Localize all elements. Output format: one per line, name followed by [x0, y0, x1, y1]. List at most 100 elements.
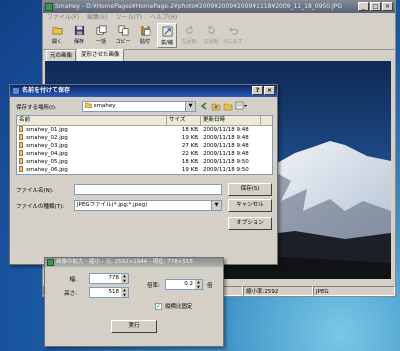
- folder-icon: [84, 102, 93, 109]
- execute-button[interactable]: 実行: [111, 320, 157, 333]
- menu-tools[interactable]: ツール(T): [116, 13, 142, 23]
- height-spinner[interactable]: 518 ▲ ▼: [89, 287, 129, 298]
- copy-button[interactable]: コピー: [113, 23, 133, 48]
- menu-file[interactable]: ファイル(F): [47, 13, 79, 23]
- file-size: 27 KB: [181, 143, 198, 149]
- width-spinner[interactable]: 778 ▲ ▼: [89, 273, 129, 284]
- main-title: SmaHey - D:¥HomePages¥HomePage-2¥photo¥2…: [55, 3, 342, 10]
- menubar: ファイル(F) 編集(E) ツール(T) ヘルプ(H): [43, 13, 395, 23]
- back-arrow-icon[interactable]: [199, 101, 209, 111]
- scale-label: 倍率:: [147, 283, 160, 289]
- resize-dialog-titlebar[interactable]: 画像の拡大・縮小 - 元: 2592×1944 - 現在: 778×518: [45, 258, 223, 267]
- save-dialog-titlebar[interactable]: 名前を付けて保存 ? ×: [10, 85, 277, 97]
- main-titlebar[interactable]: SmaHey - D:¥HomePages¥HomePage-2¥photo¥2…: [43, 1, 395, 13]
- file-list-header: 名前 サイズ 更新日時: [17, 116, 272, 126]
- tab-original-image[interactable]: 元の画像: [46, 50, 77, 61]
- tab-transformed-image[interactable]: 変形させた画像: [77, 49, 124, 61]
- jpeg-file-icon: [19, 142, 23, 148]
- undo-button[interactable]: 元に戻す: [223, 23, 243, 48]
- file-list-item[interactable]: smahey_06.jpg 19 KB 2009/11/18 9:50: [17, 166, 272, 174]
- file-name: smahey_01.jpg: [17, 126, 167, 134]
- updown-arrows-icon[interactable]: ▲ ▼: [195, 280, 202, 289]
- rotate-left-icon: [185, 25, 193, 34]
- file-name: smahey_02.jpg: [17, 134, 167, 142]
- scale-unit: 倍: [207, 283, 213, 289]
- jpeg-file-icon: [19, 166, 23, 172]
- dialog-icon: [12, 87, 20, 95]
- save-disk-icon: [74, 25, 84, 36]
- filetype-label: ファイルの種類(T):: [16, 204, 65, 210]
- rotate-right-icon: [207, 25, 215, 34]
- image-tabs: 元の画像 変形させた画像: [43, 49, 395, 61]
- resize-dialog: 画像の拡大・縮小 - 元: 2592×1944 - 現在: 778×518 幅:…: [44, 257, 224, 347]
- updown-arrows-icon[interactable]: ▲ ▼: [121, 274, 128, 283]
- filetype-select[interactable]: JPEGファイル(*.jpg;*.jpeg) ▼: [74, 200, 222, 211]
- app-icon: [45, 3, 53, 11]
- maximize-button[interactable]: □: [370, 2, 381, 11]
- file-list-item[interactable]: smahey_02.jpg 19 KB 2009/11/18 9:48: [17, 134, 272, 142]
- close-button[interactable]: ×: [382, 2, 393, 11]
- chevron-down-icon: ▼: [185, 102, 195, 111]
- file-name: smahey_03.jpg: [17, 142, 167, 150]
- resize-button[interactable]: 拡/縮: [157, 23, 177, 48]
- file-list-item[interactable]: smahey_05.jpg 18 KB 2009/11/18 9:50: [17, 158, 272, 166]
- open-button[interactable]: 開く: [47, 23, 67, 48]
- menu-edit[interactable]: 編集(E): [87, 13, 107, 23]
- save-button[interactable]: 保存: [69, 23, 89, 48]
- new-folder-icon[interactable]: [223, 101, 233, 111]
- file-list-item[interactable]: smahey_01.jpg 18 KB 2009/11/18 9:48: [17, 126, 272, 134]
- file-date: 2009/11/18 9:50: [203, 159, 249, 165]
- jpeg-file-icon: [19, 150, 23, 156]
- paste-icon: [140, 25, 150, 36]
- file-date: 2009/11/18 9:48: [203, 127, 249, 133]
- file-date: 2009/11/18 9:50: [203, 167, 249, 173]
- batch-icon: [96, 25, 106, 35]
- file-name: smahey_05.jpg: [17, 158, 167, 166]
- column-size[interactable]: サイズ: [167, 116, 201, 125]
- resize-icon: [162, 26, 172, 37]
- file-size: 22 KB: [181, 151, 198, 157]
- file-date: 2009/11/18 9:48: [203, 143, 249, 149]
- rotate-left-button[interactable]: 左回転: [179, 23, 199, 48]
- filetype-value: JPEGファイル(*.jpg;*.jpeg): [77, 202, 148, 208]
- save-in-label: 保存する場所(I):: [16, 105, 57, 111]
- save-as-dialog: 名前を付けて保存 ? × 保存する場所(I): smahey ▼ 名前 サイズ …: [9, 84, 278, 265]
- view-menu-icon[interactable]: [235, 101, 247, 111]
- cancel-button[interactable]: キャンセル: [228, 199, 272, 212]
- file-list[interactable]: 名前 サイズ 更新日時 smahey_01.jpg 18 KB 2009/11/18…: [16, 115, 273, 175]
- column-date[interactable]: 更新日時: [201, 116, 261, 125]
- batch-button[interactable]: 一括: [91, 23, 111, 48]
- scale-value: 0.2: [184, 281, 193, 287]
- folder-open-icon: [52, 27, 62, 35]
- minimize-button[interactable]: _: [358, 2, 369, 11]
- jpeg-file-icon: [19, 126, 23, 132]
- menu-help[interactable]: ヘルプ(H): [150, 13, 177, 23]
- scale-spinner[interactable]: 0.2 ▲ ▼: [165, 279, 203, 290]
- file-list-item[interactable]: smahey_03.jpg 27 KB 2009/11/18 9:48: [17, 142, 272, 150]
- save-in-combo[interactable]: smahey ▼: [82, 101, 196, 112]
- resize-dialog-title: 画像の拡大・縮小 - 元: 2592×1944 - 現在: 778×518: [56, 259, 193, 265]
- up-folder-icon[interactable]: [211, 101, 221, 111]
- folder-toolbar: [199, 101, 247, 111]
- paste-button[interactable]: 貼付: [135, 23, 155, 48]
- checkbox-checked-icon: ✓: [155, 302, 162, 310]
- file-name: smahey_06.jpg: [17, 166, 167, 174]
- options-button[interactable]: オプション: [228, 217, 272, 230]
- help-button[interactable]: ?: [252, 86, 263, 95]
- save-dialog-save-button[interactable]: 保存(S): [228, 183, 272, 196]
- updown-arrows-icon[interactable]: ▲ ▼: [121, 288, 128, 297]
- file-date: 2009/11/18 9:48: [203, 151, 249, 157]
- height-label: 高さ:: [64, 291, 77, 297]
- filename-label: ファイル名(N):: [16, 188, 54, 194]
- file-list-item[interactable]: smahey_04.jpg 22 KB 2009/11/18 9:48: [17, 150, 272, 158]
- width-label: 幅:: [69, 277, 77, 283]
- column-name[interactable]: 名前: [17, 116, 167, 125]
- rotate-right-button[interactable]: 右回転: [201, 23, 221, 48]
- save-in-value: smahey: [93, 103, 116, 109]
- keep-ratio-checkbox[interactable]: ✓ 縦横比固定: [155, 302, 193, 310]
- height-value: 518: [108, 289, 120, 295]
- file-size: 19 KB: [181, 167, 198, 173]
- filename-input[interactable]: [74, 184, 222, 195]
- save-dialog-close-button[interactable]: ×: [264, 86, 275, 95]
- undo-icon: [228, 27, 238, 35]
